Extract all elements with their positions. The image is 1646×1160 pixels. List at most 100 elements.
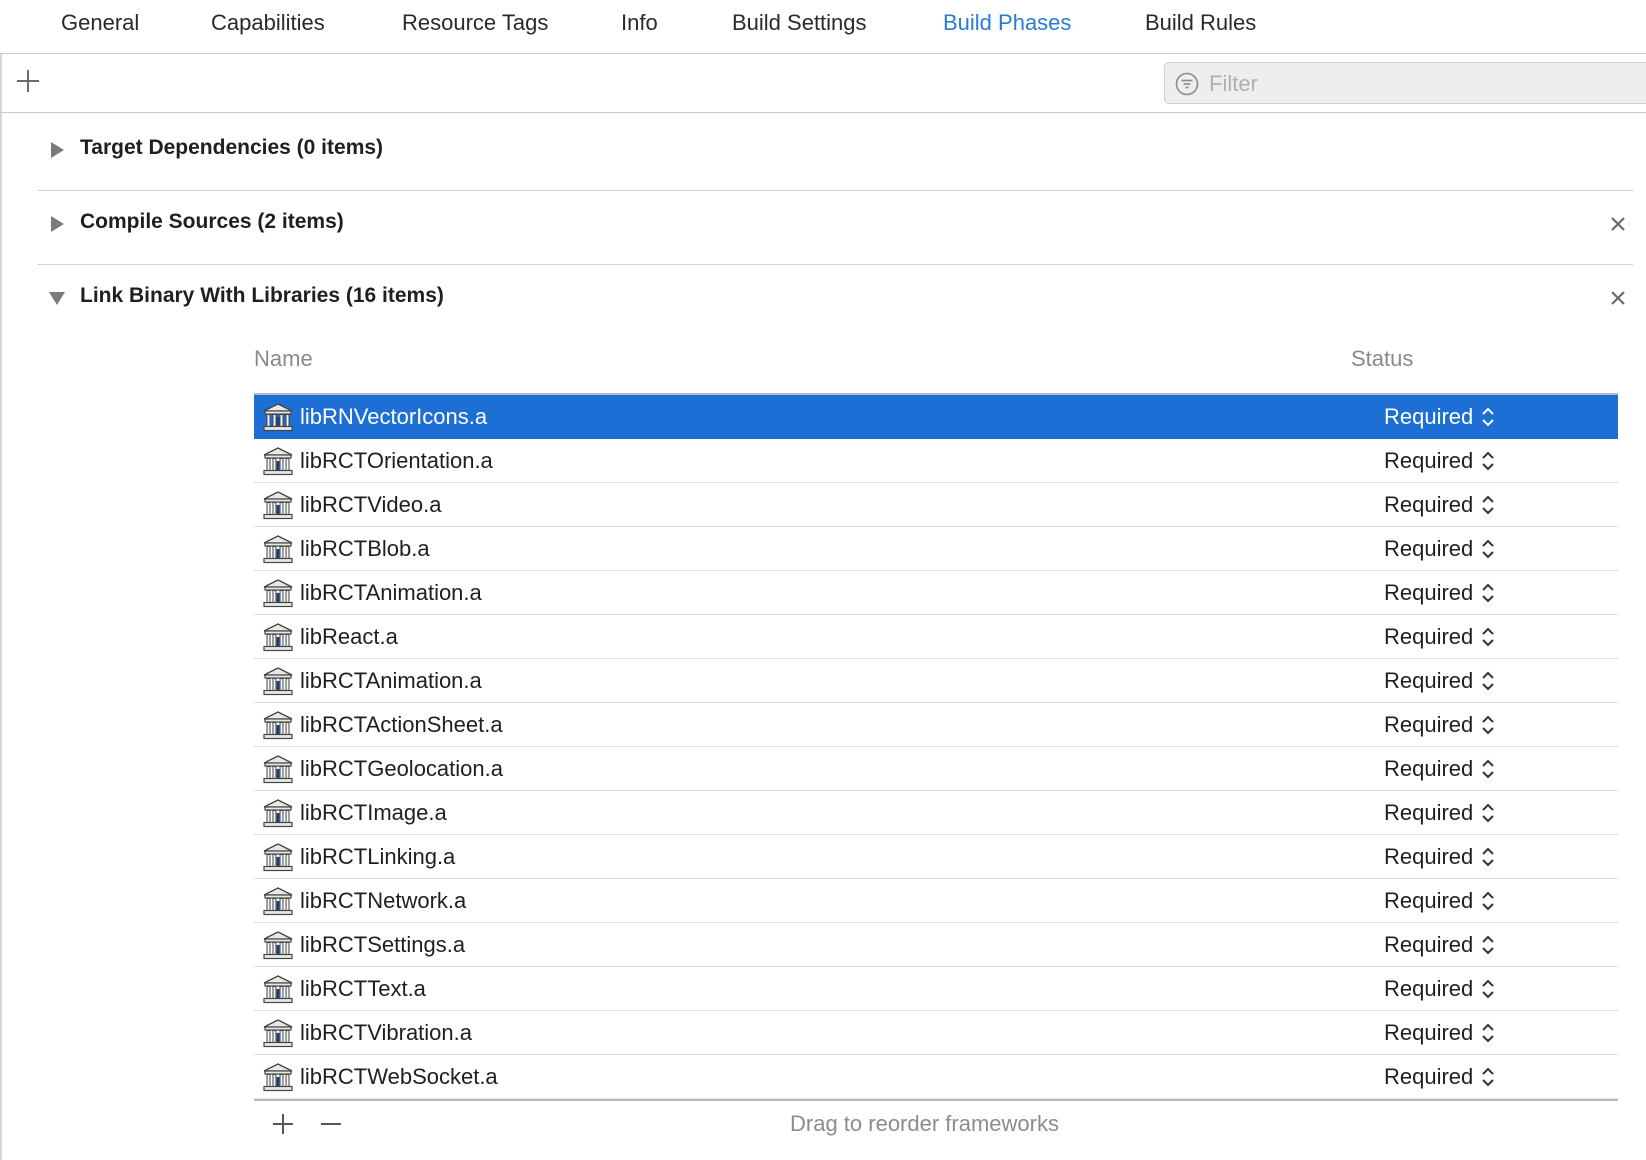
tab-build-rules[interactable]: Build Rules bbox=[1145, 10, 1256, 36]
drag-to-reorder-hint: Drag to reorder frameworks bbox=[790, 1111, 1059, 1136]
library-row[interactable]: libRCTWebSocket.a Required bbox=[254, 1055, 1618, 1099]
tab-build-phases[interactable]: Build Phases bbox=[943, 10, 1071, 36]
tab-info[interactable]: Info bbox=[621, 10, 658, 36]
library-name: libRCTAnimation.a bbox=[300, 668, 482, 693]
library-icon bbox=[263, 447, 293, 476]
up-down-chevron-icon[interactable] bbox=[1481, 493, 1495, 517]
filter-input[interactable] bbox=[1207, 63, 1641, 105]
library-icon bbox=[263, 667, 293, 696]
up-down-chevron-icon[interactable] bbox=[1481, 449, 1495, 473]
library-icon bbox=[263, 931, 293, 960]
library-status[interactable]: Required bbox=[1384, 404, 1473, 430]
library-icon bbox=[263, 887, 293, 916]
build-phases-content: Target Dependencies (0 items) Compile So… bbox=[0, 113, 1646, 1160]
tab-build-settings[interactable]: Build Settings bbox=[732, 10, 867, 36]
filter-field[interactable] bbox=[1164, 62, 1646, 105]
library-name: libRCTActionSheet.a bbox=[300, 712, 503, 737]
library-row[interactable]: libRCTSettings.a Required bbox=[254, 923, 1618, 967]
library-icon bbox=[263, 799, 293, 828]
library-status[interactable]: Required bbox=[1384, 492, 1473, 518]
library-row[interactable]: libReact.a Required bbox=[254, 615, 1618, 659]
library-row[interactable]: libRCTAnimation.a Required bbox=[254, 659, 1618, 703]
library-icon bbox=[263, 975, 293, 1004]
library-status[interactable]: Required bbox=[1384, 536, 1473, 562]
library-status[interactable]: Required bbox=[1384, 448, 1473, 474]
phase-title[interactable]: Compile Sources (2 items) bbox=[80, 210, 344, 234]
library-name: libRCTNetwork.a bbox=[300, 888, 467, 913]
library-row[interactable]: libRCTBlob.a Required bbox=[254, 527, 1618, 571]
add-library-plus-icon[interactable] bbox=[270, 1111, 296, 1137]
up-down-chevron-icon[interactable] bbox=[1481, 801, 1495, 825]
up-down-chevron-icon[interactable] bbox=[1481, 537, 1495, 561]
library-status[interactable]: Required bbox=[1384, 712, 1473, 738]
library-icon bbox=[263, 711, 293, 740]
library-status[interactable]: Required bbox=[1384, 932, 1473, 958]
library-row[interactable]: libRCTImage.a Required bbox=[254, 791, 1618, 835]
library-name: libRCTWebSocket.a bbox=[300, 1064, 498, 1089]
table-footer-rule bbox=[254, 1099, 1618, 1101]
up-down-chevron-icon[interactable] bbox=[1481, 625, 1495, 649]
phase-title[interactable]: Target Dependencies (0 items) bbox=[80, 136, 383, 160]
library-status[interactable]: Required bbox=[1384, 976, 1473, 1002]
library-name: libRCTGeolocation.a bbox=[300, 756, 503, 781]
up-down-chevron-icon[interactable] bbox=[1481, 713, 1495, 737]
library-row[interactable]: libRCTOrientation.a Required bbox=[254, 439, 1618, 483]
up-down-chevron-icon[interactable] bbox=[1481, 977, 1495, 1001]
up-down-chevron-icon[interactable] bbox=[1481, 1065, 1495, 1089]
library-status[interactable]: Required bbox=[1384, 1064, 1473, 1090]
library-row[interactable]: libRCTLinking.a Required bbox=[254, 835, 1618, 879]
tab-resource-tags[interactable]: Resource Tags bbox=[402, 10, 548, 36]
tab-bar: General Capabilities Resource Tags Info … bbox=[0, 0, 1646, 54]
tab-general[interactable]: General bbox=[61, 10, 139, 36]
column-header-name[interactable]: Name bbox=[254, 346, 313, 372]
left-border bbox=[0, 113, 2, 1160]
library-icon bbox=[263, 755, 293, 784]
library-status[interactable]: Required bbox=[1384, 844, 1473, 870]
library-row[interactable]: libRCTActionSheet.a Required bbox=[254, 703, 1618, 747]
library-rows: libRNVectorIcons.a Required libRCTOrient… bbox=[254, 395, 1618, 1099]
library-row[interactable]: libRCTText.a Required bbox=[254, 967, 1618, 1011]
library-icon bbox=[263, 535, 293, 564]
up-down-chevron-icon[interactable] bbox=[1481, 1021, 1495, 1045]
up-down-chevron-icon[interactable] bbox=[1481, 889, 1495, 913]
up-down-chevron-icon[interactable] bbox=[1481, 933, 1495, 957]
library-status[interactable]: Required bbox=[1384, 1020, 1473, 1046]
library-row[interactable]: libRNVectorIcons.a Required bbox=[254, 395, 1618, 439]
disclosure-collapsed-icon[interactable] bbox=[48, 215, 66, 233]
tab-capabilities[interactable]: Capabilities bbox=[211, 10, 325, 36]
up-down-chevron-icon[interactable] bbox=[1481, 669, 1495, 693]
library-row[interactable]: libRCTVibration.a Required bbox=[254, 1011, 1618, 1055]
left-border bbox=[0, 54, 2, 112]
phase-link-binary-with-libraries: Link Binary With Libraries (16 items) bbox=[38, 261, 1633, 321]
library-name: libRCTLinking.a bbox=[300, 844, 456, 869]
library-status[interactable]: Required bbox=[1384, 580, 1473, 606]
disclosure-expanded-icon[interactable] bbox=[48, 289, 66, 307]
close-icon[interactable] bbox=[1609, 215, 1627, 233]
library-name: libRCTVideo.a bbox=[300, 492, 442, 517]
remove-library-minus-icon[interactable] bbox=[318, 1111, 344, 1137]
library-icon bbox=[263, 403, 293, 432]
up-down-chevron-icon[interactable] bbox=[1481, 757, 1495, 781]
add-build-phase-plus-icon[interactable] bbox=[14, 67, 42, 95]
library-row[interactable]: libRCTNetwork.a Required bbox=[254, 879, 1618, 923]
library-name: libRCTBlob.a bbox=[300, 536, 430, 561]
library-status[interactable]: Required bbox=[1384, 756, 1473, 782]
up-down-chevron-icon[interactable] bbox=[1481, 845, 1495, 869]
library-status[interactable]: Required bbox=[1384, 888, 1473, 914]
library-status[interactable]: Required bbox=[1384, 668, 1473, 694]
library-name: libRCTImage.a bbox=[300, 800, 447, 825]
library-name: libRCTOrientation.a bbox=[300, 448, 493, 473]
library-row[interactable]: libRCTGeolocation.a Required bbox=[254, 747, 1618, 791]
library-status[interactable]: Required bbox=[1384, 800, 1473, 826]
close-icon[interactable] bbox=[1609, 289, 1627, 307]
library-row[interactable]: libRCTAnimation.a Required bbox=[254, 571, 1618, 615]
column-header-status[interactable]: Status bbox=[1351, 346, 1413, 372]
library-row[interactable]: libRCTVideo.a Required bbox=[254, 483, 1618, 527]
phase-title[interactable]: Link Binary With Libraries (16 items) bbox=[80, 284, 444, 308]
library-icon bbox=[263, 1063, 293, 1092]
up-down-chevron-icon[interactable] bbox=[1481, 581, 1495, 605]
phase-compile-sources: Compile Sources (2 items) bbox=[38, 187, 1633, 265]
up-down-chevron-icon[interactable] bbox=[1481, 405, 1495, 429]
library-status[interactable]: Required bbox=[1384, 624, 1473, 650]
disclosure-collapsed-icon[interactable] bbox=[48, 141, 66, 159]
